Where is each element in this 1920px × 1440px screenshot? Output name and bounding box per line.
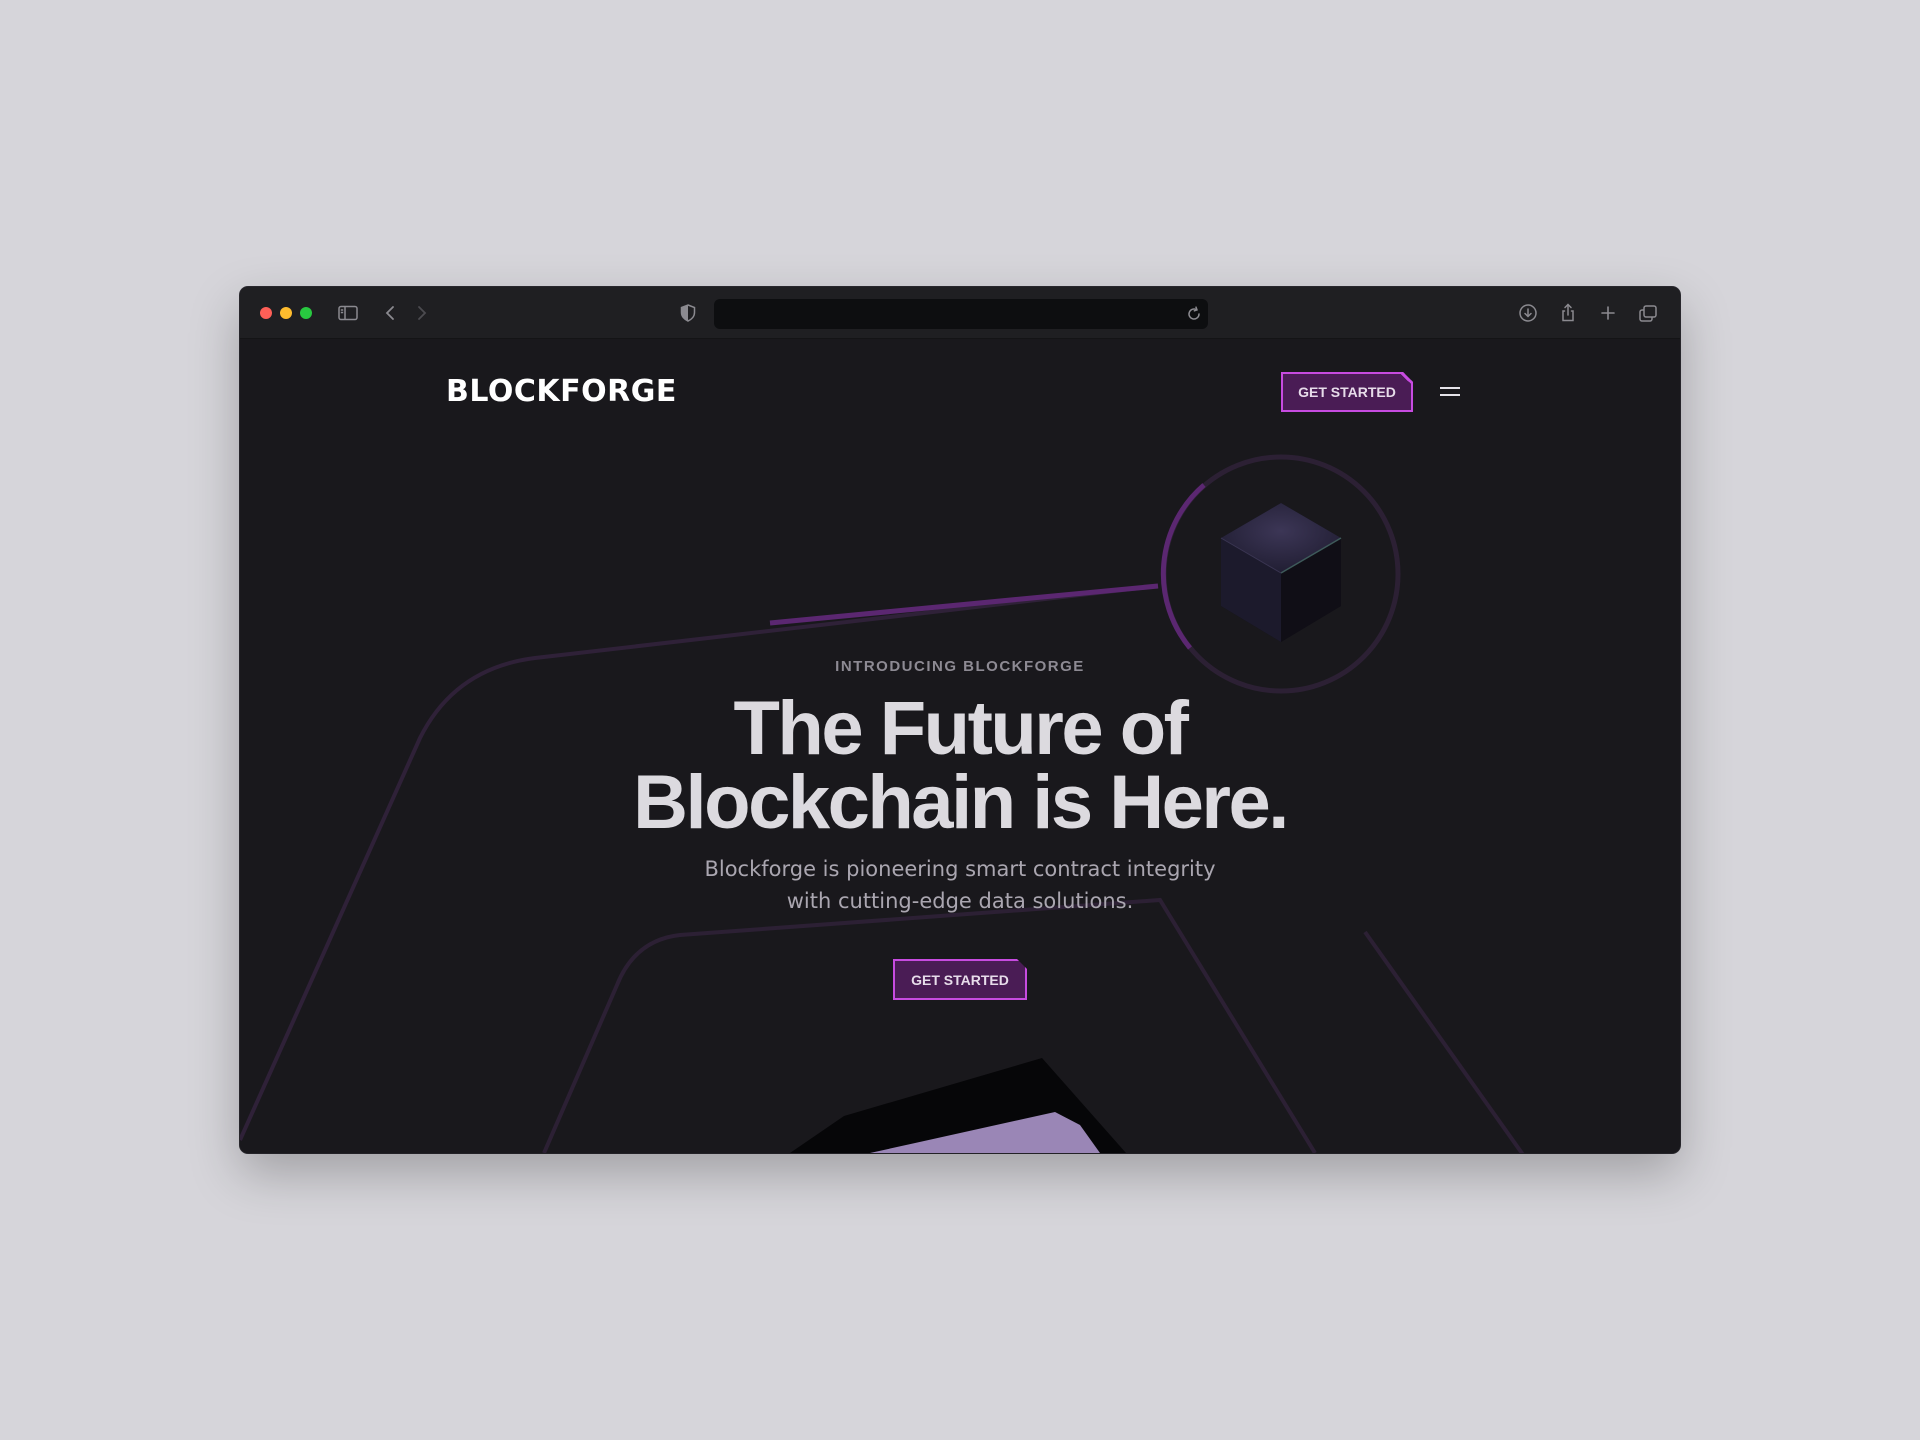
reload-icon[interactable] <box>1184 304 1204 324</box>
hero-headline: The Future of Blockchain is Here. <box>240 686 1680 845</box>
share-icon[interactable] <box>1556 301 1580 325</box>
shield-icon[interactable] <box>676 301 700 325</box>
maximize-window-button[interactable] <box>300 307 312 319</box>
sidebar-icon[interactable] <box>336 301 360 325</box>
subtitle-line-1: Blockforge is pioneering smart contract … <box>704 857 1216 881</box>
webpage: BLOCKFORGE GET STARTED INTRODUCING BLOCK… <box>240 340 1680 1153</box>
site-logo[interactable]: BLOCKFORGE <box>446 374 677 409</box>
download-icon[interactable] <box>1516 301 1540 325</box>
bottom-block-graphic <box>790 1058 1126 1153</box>
plus-icon[interactable] <box>1596 301 1620 325</box>
hamburger-menu-icon[interactable] <box>1438 382 1462 402</box>
subtitle-line-2: with cutting-edge data solutions. <box>786 889 1134 913</box>
hero-subtitle: Blockforge is pioneering smart contract … <box>660 853 1260 917</box>
get-started-nav-button[interactable]: GET STARTED <box>1281 372 1413 412</box>
chevron-left-icon[interactable] <box>378 301 402 325</box>
headline-line-1: The Future of <box>733 686 1189 771</box>
minimize-window-button[interactable] <box>280 307 292 319</box>
get-started-hero-button[interactable]: GET STARTED <box>893 959 1027 1000</box>
chevron-right-icon[interactable] <box>410 301 434 325</box>
tabs-overview-icon[interactable] <box>1636 301 1660 325</box>
headline-line-2: Blockchain is Here. <box>633 760 1289 845</box>
address-bar[interactable] <box>714 299 1208 329</box>
browser-window: BLOCKFORGE GET STARTED INTRODUCING BLOCK… <box>240 287 1680 1153</box>
hero-eyebrow: INTRODUCING BLOCKFORGE <box>835 658 1085 675</box>
circuit-line-highlight <box>769 583 1159 626</box>
browser-toolbar <box>240 287 1680 339</box>
circuit-line <box>1363 930 1525 1153</box>
close-window-button[interactable] <box>260 307 272 319</box>
